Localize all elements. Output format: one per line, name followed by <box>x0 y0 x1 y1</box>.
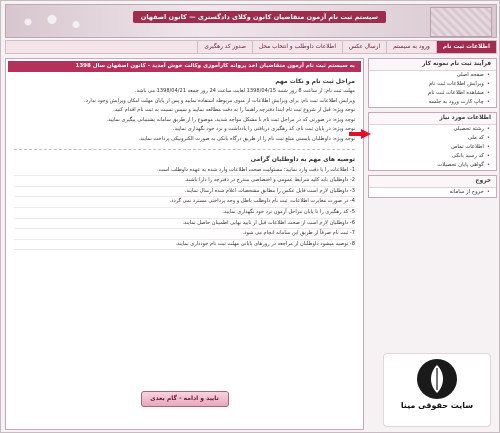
panel-title: فرآیند ثبت نام نمونه کار <box>369 59 496 71</box>
panel-title: خروج <box>369 176 496 188</box>
paragraph-edit-info: ویرایش اطلاعات ثبت نام: برای ویرایش اطلا… <box>84 97 355 104</box>
top-menu: اطلاعات ثبت نام ورود به سیستم ارسال عکس … <box>5 40 497 54</box>
list-item: 1- اطلاعات را با دقت وارد نمایید؛ مسئولی… <box>14 166 355 177</box>
sidebar-item-home[interactable]: صفحه اصلی <box>369 71 496 80</box>
sidebar-panel-process: فرآیند ثبت نام نمونه کار صفحه اصلی ویرای… <box>349 58 497 139</box>
sidebar-panel-exit: خروج خروج از سامانه <box>368 175 497 198</box>
sidebar-item-print-card[interactable]: چاپ کارت ورود به جلسه <box>369 98 496 107</box>
list-item: 2- داوطلبان باید کلیه شرایط عمومی و اختص… <box>14 176 355 187</box>
list-item: 4- در صورت مغایرت اطلاعات، ثبت نام داوطل… <box>14 197 355 208</box>
red-arrow-icon <box>349 129 371 139</box>
banner-title: سیستم ثبت نام آزمون متقاضیان کانون وکلای… <box>132 11 386 23</box>
list-item: گواهی پایان تحصیلات <box>369 161 496 170</box>
sidebar-item-edit-registration[interactable]: ویرایش اطلاعات ثبت نام <box>369 80 496 89</box>
list-item: 8- توصیه میشود داوطلبان از مراجعه در روز… <box>14 240 355 251</box>
section-title-steps: مراحل ثبت نام و نکات مهم <box>275 78 355 85</box>
list-item: رشته تحصیلی <box>369 125 496 134</box>
sidebar-item-logout[interactable]: خروج از سامانه <box>369 188 496 197</box>
sidebar-panel-required: اطلاعات مورد نیاز رشته تحصیلی کد ملی اطل… <box>368 112 497 171</box>
paragraph-note-4: توجه ویژه: داوطلبان بایستی مبلغ ثبت نام … <box>138 135 355 142</box>
main-content: به سیستم ثبت نام آزمون متقاضیان اخذ پروا… <box>5 58 364 430</box>
menu-item-login[interactable]: ورود به سیستم <box>386 41 436 53</box>
list-item: 3- داوطلبان لازم است فایل عکس را مطابق م… <box>14 187 355 198</box>
list-item: اطلاعات تماس <box>369 143 496 152</box>
menu-item-tracking-code[interactable]: صدور کد رهگیری <box>197 41 252 53</box>
paragraph-note-2: توجه ویژه: در صورتی که در مراحل ثبت نام … <box>106 116 355 123</box>
list-item: کد رسید بانکی <box>369 152 496 161</box>
paragraph-note-1: توجه ویژه: قبل از شروع ثبت نام ابتدا دفت… <box>113 107 355 114</box>
list-item: 7- ثبت نام صرفاً از طریق این سامانه انجا… <box>14 229 355 240</box>
list-item: کد ملی <box>369 134 496 143</box>
section-title-recommendations: توصیه های مهم به داوطلبان گرامی <box>250 155 355 163</box>
confirm-next-button[interactable]: تایید و ادامه - گام بعدی <box>140 391 229 407</box>
logo-text: سایت حقوقی مینا <box>400 401 474 410</box>
list-item: 5- کد رهگیری را تا پایان مراحل آزمون نزد… <box>14 208 355 219</box>
button-container: تایید و ادامه - گام بعدی <box>6 391 363 407</box>
menu-item-registration-info[interactable]: اطلاعات ثبت نام <box>435 41 496 53</box>
sidebar-item-view-registration[interactable]: مشاهده اطلاعات ثبت نام <box>369 89 496 98</box>
menu-item-upload-photo[interactable]: ارسال عکس <box>341 41 386 53</box>
site-banner: سیستم ثبت نام آزمون متقاضیان کانون وکلای… <box>5 4 497 38</box>
list-item: 6- داوطلبان لازم است از صحت اطلاعات قبل … <box>14 219 355 230</box>
notice-bar: به سیستم ثبت نام آزمون متقاضیان اخذ پروا… <box>8 61 361 72</box>
emblem-icon <box>430 7 492 37</box>
watermark-logo: سایت حقوقی مینا <box>383 353 491 427</box>
menu-item-applicant-info[interactable]: اطلاعات داوطلب و انتخاب محل <box>252 41 342 53</box>
panel-title: اطلاعات مورد نیاز <box>369 113 496 125</box>
paragraph-note-3: توجه ویژه: در پایان ثبت نام، کد رهگیری د… <box>172 126 355 133</box>
divider <box>14 148 355 150</box>
banner-decoration <box>12 9 92 35</box>
app-window: سیستم ثبت نام آزمون متقاضیان کانون وکلای… <box>0 0 500 433</box>
paragraph-deadline: مهلت ثبت نام: از ساعت 8 روز شنبه 1398/04… <box>134 88 355 94</box>
quill-logo-icon <box>417 359 457 399</box>
